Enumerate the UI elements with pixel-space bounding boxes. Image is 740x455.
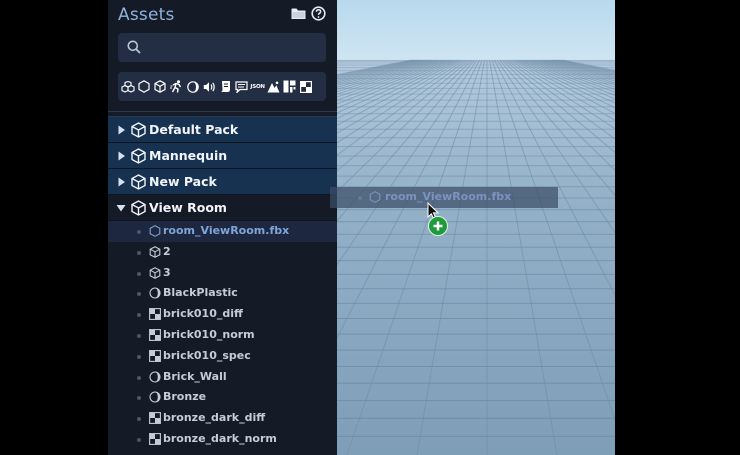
texture-icon: [149, 412, 161, 425]
material-icon: [149, 391, 161, 403]
asset-label: BlackPlastic: [163, 286, 238, 300]
asset-item[interactable]: room_ViewRoom.fbx: [108, 221, 337, 242]
add-plus-icon: [428, 216, 448, 236]
texture-icon: [149, 329, 161, 341]
pack-mannequin[interactable]: Mannequin: [108, 143, 337, 169]
pack-default-pack[interactable]: Default Pack: [108, 117, 337, 143]
asset-label: 2: [163, 244, 171, 258]
scene-viewport[interactable]: [337, 0, 615, 455]
material-icon[interactable]: [185, 72, 201, 101]
cube-icon: [149, 245, 161, 258]
asset-item[interactable]: Brick_Wall: [108, 367, 337, 388]
asset-label: bronze_dark_diff: [163, 411, 266, 425]
panel-title: Assets: [118, 5, 175, 25]
model-group-icon[interactable]: [120, 72, 136, 101]
pack-view-room[interactable]: View Room: [108, 195, 337, 221]
asset-label: room_ViewRoom.fbx: [163, 224, 290, 237]
bullet: [137, 230, 141, 234]
pack-label: New Pack: [149, 174, 217, 189]
asset-label: 3: [163, 265, 171, 279]
asset-item[interactable]: brick010_norm: [108, 325, 337, 346]
cube-icon: [131, 148, 146, 164]
asset-item[interactable]: bronze_dark_norm: [108, 429, 337, 450]
sky: [337, 0, 615, 60]
help-icon[interactable]: [311, 6, 326, 21]
bullet: [137, 354, 141, 359]
bullet: [137, 437, 141, 442]
asset-label: brick010_norm: [163, 327, 255, 341]
chevron-right-icon[interactable]: [116, 177, 126, 187]
bullet: [137, 396, 141, 401]
script-icon[interactable]: [217, 72, 233, 101]
pack-new-pack[interactable]: New Pack: [108, 169, 337, 195]
folder-icon[interactable]: [291, 7, 306, 20]
audio-icon[interactable]: [201, 72, 217, 101]
bullet: [137, 271, 141, 276]
bullet: [137, 375, 141, 380]
asset-label: bronze_dark_norm: [163, 431, 277, 445]
bullet: [137, 292, 141, 297]
asset-tree: Default Pack Mannequin New Pack View Roo…: [108, 117, 337, 450]
animation-icon[interactable]: [169, 72, 185, 101]
material-icon: [149, 371, 161, 383]
chevron-down-icon[interactable]: [116, 203, 126, 213]
asset-label: Bronze: [163, 390, 207, 404]
asset-label: brick010_spec: [163, 348, 251, 362]
texture-icon[interactable]: [298, 72, 314, 101]
bullet: [137, 313, 141, 318]
asset-item[interactable]: BlackPlastic: [108, 283, 337, 304]
asset-item[interactable]: brick010_diff: [108, 304, 337, 325]
search-input[interactable]: [148, 37, 318, 58]
viewport-scene: [337, 0, 615, 455]
bullet: [137, 250, 141, 255]
texture-icon: [149, 308, 161, 321]
chevron-right-icon[interactable]: [116, 125, 126, 135]
editor-window: Assets JSON Default Pack Mannequin New P…: [0, 0, 740, 455]
pack-label: View Room: [149, 200, 227, 215]
cube-icon: [149, 266, 161, 279]
asset-item[interactable]: 3: [108, 263, 337, 284]
asset-item[interactable]: 2: [108, 242, 337, 263]
cube-icon: [131, 122, 146, 138]
json-icon[interactable]: JSON: [250, 72, 266, 101]
bullet: [137, 333, 141, 338]
pack-label: Default Pack: [149, 122, 239, 137]
asset-label: Brick_Wall: [163, 369, 227, 383]
asset-item[interactable]: bronze_dark_diff: [108, 408, 337, 429]
asset-label: brick010_diff: [163, 307, 243, 321]
pack-label: Mannequin: [149, 148, 228, 163]
search-box[interactable]: [118, 33, 326, 62]
hexagon-icon: [149, 225, 161, 237]
texture-icon: [149, 433, 161, 445]
terrain-icon[interactable]: [266, 72, 282, 101]
hexagon-icon[interactable]: [136, 72, 152, 101]
material-icon: [149, 287, 161, 299]
assets-panel: Assets JSON Default Pack Mannequin New P…: [108, 0, 337, 455]
bullet: [358, 196, 362, 200]
drag-ghost: room_ViewRoom.fbx: [330, 187, 558, 208]
divider: [108, 111, 337, 112]
texture-icon: [149, 349, 161, 362]
texture-atlas-icon[interactable]: [282, 72, 298, 101]
drag-ghost-label: room_ViewRoom.fbx: [385, 190, 512, 203]
search-icon: [127, 40, 141, 54]
asset-item[interactable]: brick010_spec: [108, 346, 337, 367]
text-icon[interactable]: [233, 72, 249, 101]
cube-icon[interactable]: [152, 72, 168, 101]
cube-icon: [131, 174, 146, 190]
chevron-right-icon[interactable]: [116, 151, 126, 161]
hexagon-icon: [369, 191, 381, 203]
bullet: [137, 417, 141, 422]
asset-type-filter-bar: JSON: [118, 72, 326, 101]
asset-item[interactable]: Bronze: [108, 387, 337, 408]
cube-icon: [131, 200, 146, 216]
